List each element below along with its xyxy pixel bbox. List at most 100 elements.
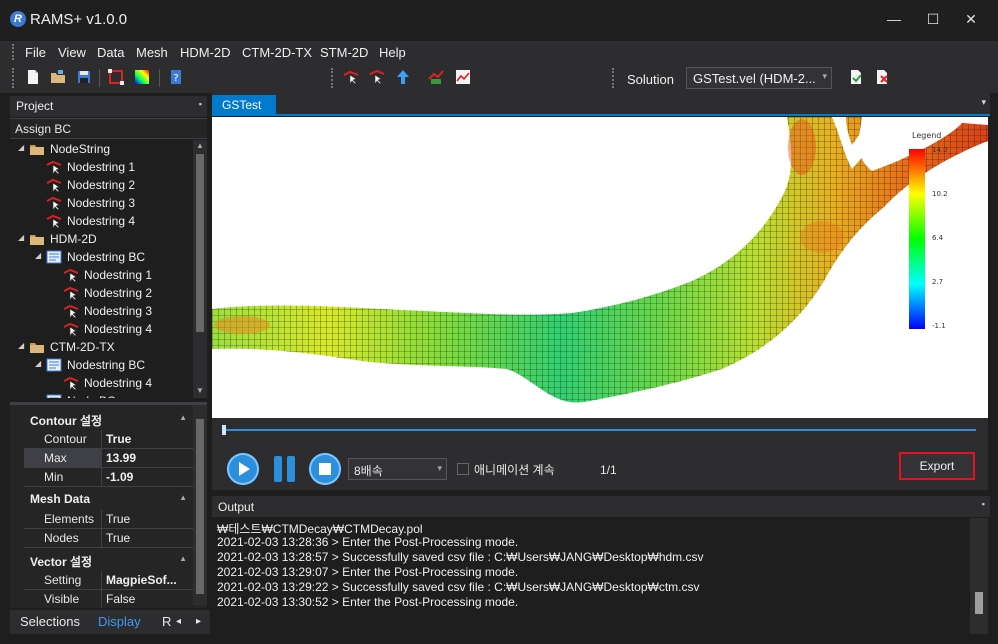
property-row[interactable]: Max 13.99 bbox=[24, 449, 193, 468]
expand-toggle-icon[interactable]: ◢ bbox=[35, 251, 41, 260]
menu-view[interactable]: View bbox=[58, 45, 86, 60]
pause-button[interactable] bbox=[272, 454, 298, 484]
menu-hdm-2d[interactable]: HDM-2D bbox=[180, 45, 231, 60]
menu-data[interactable]: Data bbox=[97, 45, 124, 60]
collapse-icon[interactable]: ▲ bbox=[179, 493, 187, 502]
property-value[interactable]: True bbox=[106, 531, 192, 545]
profile-plot-icon[interactable] bbox=[428, 69, 444, 85]
property-value[interactable]: True bbox=[106, 432, 192, 446]
mesh-viewport[interactable]: Legend 14.0 10.2 6.4 2.7 -1.1 bbox=[212, 117, 988, 418]
stop-button[interactable] bbox=[309, 453, 341, 485]
time-series-icon[interactable] bbox=[455, 69, 471, 85]
property-value[interactable]: 13.99 bbox=[106, 451, 192, 465]
expand-toggle-icon[interactable]: ◢ bbox=[18, 341, 24, 350]
collapse-icon[interactable]: ▲ bbox=[179, 413, 187, 422]
solution-select[interactable]: GSTest.vel (HDM-2... ▾ bbox=[686, 67, 832, 89]
property-row[interactable]: Elements True bbox=[24, 510, 193, 529]
pin-icon[interactable]: ▪ bbox=[199, 99, 202, 109]
properties-grid[interactable]: Contour 설정 ▲ Contour True Max 13.99 Min -1.09 Me… bbox=[10, 402, 207, 608]
close-button[interactable]: ✕ bbox=[956, 8, 986, 30]
maximize-button[interactable]: ☐ bbox=[918, 8, 948, 30]
nodestring-edit-icon[interactable] bbox=[369, 69, 385, 85]
expand-toggle-icon[interactable]: ◢ bbox=[35, 359, 41, 368]
menu-stm-2d[interactable]: STM-2D bbox=[320, 45, 368, 60]
tab-gstest[interactable]: GSTest bbox=[212, 95, 276, 116]
bc-icon bbox=[46, 250, 62, 264]
menu-mesh[interactable]: Mesh bbox=[136, 45, 168, 60]
property-row[interactable]: Contour True bbox=[24, 430, 193, 449]
open-folder-icon[interactable] bbox=[50, 69, 66, 85]
minimize-button[interactable]: — bbox=[879, 8, 909, 30]
properties-scrollbar[interactable] bbox=[193, 405, 207, 605]
legend-tick-label: -1.1 bbox=[932, 322, 946, 330]
title-bar: R RAMS+ v1.0.0 — ☐ ✕ bbox=[0, 0, 998, 38]
property-row[interactable]: Visible False bbox=[24, 590, 193, 608]
tree-item-label: Nodestring 2 bbox=[67, 178, 136, 192]
nodestring-icon bbox=[63, 376, 79, 391]
scrollbar-thumb[interactable] bbox=[196, 154, 204, 332]
tab-scroll-left-icon[interactable]: ◂ bbox=[176, 616, 181, 627]
collapse-icon[interactable]: ▲ bbox=[179, 554, 187, 563]
loop-checkbox[interactable] bbox=[457, 463, 469, 475]
pin-icon[interactable]: ▪ bbox=[982, 499, 985, 509]
output-log-line: 2021-02-03 13:29:22 > Successfully saved… bbox=[217, 580, 700, 594]
scrollbar-thumb[interactable] bbox=[975, 592, 983, 614]
property-category[interactable]: Vector 설정 ▲ bbox=[10, 550, 193, 570]
output-panel-title: Output bbox=[218, 500, 255, 514]
tree-item-label: Nodestring 4 bbox=[84, 322, 153, 336]
assign-bc-header[interactable]: Assign BC bbox=[10, 118, 207, 139]
app-title: RAMS+ v1.0.0 bbox=[30, 11, 128, 28]
legend-title: Legend bbox=[912, 131, 941, 140]
scroll-up-icon[interactable]: ▲ bbox=[196, 141, 204, 150]
bc-icon bbox=[46, 358, 62, 372]
save-icon[interactable] bbox=[76, 69, 92, 85]
tab-display[interactable]: Display bbox=[98, 614, 141, 629]
time-slider-thumb[interactable] bbox=[222, 425, 226, 435]
expand-toggle-icon[interactable]: ◢ bbox=[18, 233, 24, 242]
load-solution-icon[interactable] bbox=[848, 69, 864, 85]
tab-more[interactable]: R bbox=[162, 614, 171, 629]
property-category[interactable]: Contour 설정 ▲ bbox=[10, 409, 193, 429]
tree-item-label: Node BC bbox=[67, 394, 116, 398]
chevron-down-icon: ▾ bbox=[437, 463, 442, 473]
project-tree-scrollbar[interactable]: ▲ ▼ bbox=[193, 140, 207, 398]
property-category[interactable]: Mesh Data ▲ bbox=[10, 489, 193, 509]
mesh-canvas[interactable]: Legend 14.0 10.2 6.4 2.7 -1.1 bbox=[212, 117, 988, 418]
tab-scroll-right-icon[interactable]: ▸ bbox=[196, 616, 201, 627]
scroll-down-icon[interactable]: ▼ bbox=[196, 386, 204, 395]
scrollbar-thumb[interactable] bbox=[196, 419, 204, 594]
frame-counter: 1/1 bbox=[600, 463, 617, 477]
time-slider[interactable] bbox=[224, 429, 976, 431]
property-row[interactable]: Nodes True bbox=[24, 529, 193, 548]
nodestring-icon bbox=[46, 214, 62, 229]
toolbar: ? Solution GSTest.vel (HDM-2... ▾ bbox=[0, 63, 998, 93]
color-map-icon[interactable] bbox=[134, 69, 150, 85]
tab-selections[interactable]: Selections bbox=[20, 614, 80, 629]
speed-select[interactable]: 8배속 ▾ bbox=[348, 458, 447, 480]
property-value[interactable]: MagpieSof... bbox=[106, 573, 192, 587]
output-scrollbar[interactable] bbox=[970, 518, 988, 634]
menu-ctm-2d-tx[interactable]: CTM-2D-TX bbox=[242, 45, 312, 60]
tree-item-label: Nodestring 3 bbox=[67, 196, 136, 210]
project-tree[interactable]: ◢ NodeString Nodestring 1 Nodestring 2 Nodes… bbox=[10, 140, 193, 398]
output-log[interactable]: ₩테스트₩CTMDecay₩CTMDecay.pol 2021-02-03 13:… bbox=[212, 518, 970, 634]
remove-solution-icon[interactable] bbox=[874, 69, 890, 85]
property-row[interactable]: Min -1.09 bbox=[24, 468, 193, 487]
tab-menu-icon[interactable]: ▾ bbox=[981, 97, 986, 108]
property-row[interactable]: Setting MagpieSof... bbox=[24, 571, 193, 590]
select-arrow-icon[interactable] bbox=[395, 69, 411, 85]
play-button[interactable] bbox=[227, 453, 259, 485]
menu-help[interactable]: Help bbox=[379, 45, 406, 60]
property-value[interactable]: -1.09 bbox=[106, 470, 192, 484]
property-value[interactable]: False bbox=[106, 592, 192, 606]
nodestring-create-icon[interactable] bbox=[343, 69, 359, 85]
legend-tick-label: 10.2 bbox=[932, 190, 948, 198]
export-button[interactable]: Export bbox=[899, 452, 975, 480]
mesh-grid-overlay bbox=[212, 117, 988, 403]
property-value[interactable]: True bbox=[106, 512, 192, 526]
expand-toggle-icon[interactable]: ◢ bbox=[18, 143, 24, 152]
new-file-icon[interactable] bbox=[25, 69, 41, 85]
select-box-icon[interactable] bbox=[108, 69, 124, 85]
menu-file[interactable]: File bbox=[25, 45, 46, 60]
help-book-icon[interactable]: ? bbox=[168, 69, 184, 85]
